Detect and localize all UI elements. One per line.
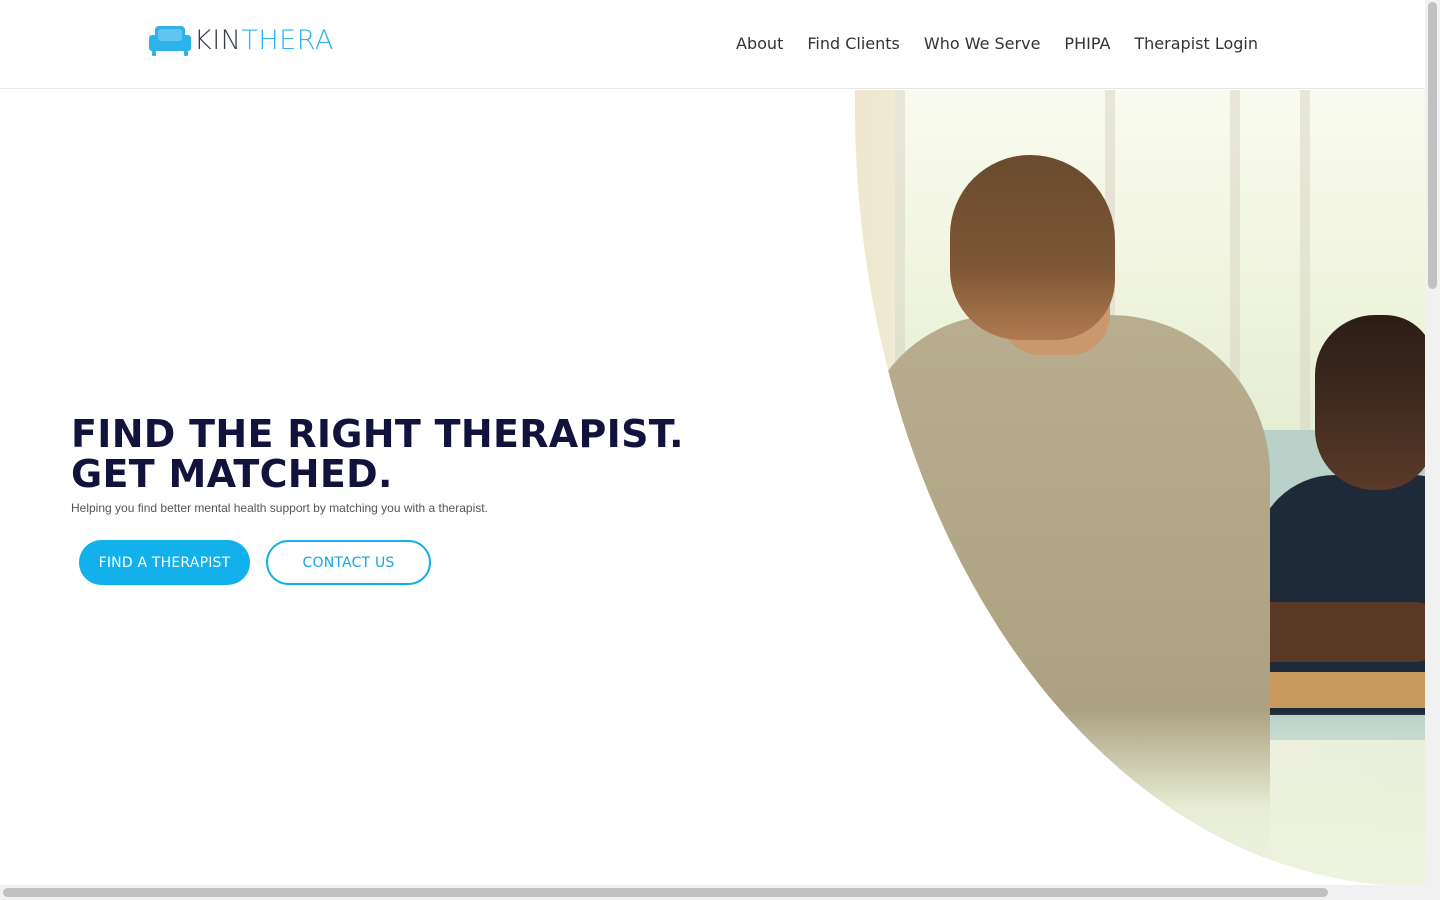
photo-person-right-head xyxy=(1315,315,1425,490)
photo-foreground-blur xyxy=(855,710,1425,886)
hero-subtitle: Helping you find better mental health su… xyxy=(71,501,488,515)
brand-name-part2: THERA xyxy=(241,24,334,56)
find-therapist-button[interactable]: FIND A THERAPIST xyxy=(79,540,250,585)
contact-us-button[interactable]: CONTACT US xyxy=(266,540,431,585)
brand-name: KINTHERA xyxy=(194,27,334,54)
hero-title-line2: GET MATCHED. xyxy=(71,452,393,496)
site-header: KINTHERA About Find Clients Who We Serve… xyxy=(0,0,1425,89)
nav-find-clients[interactable]: Find Clients xyxy=(807,33,900,55)
horizontal-scrollbar-thumb[interactable] xyxy=(3,888,1328,897)
nav-therapist-login[interactable]: Therapist Login xyxy=(1134,33,1258,55)
hero-section: FIND THE RIGHT THERAPIST. GET MATCHED. H… xyxy=(71,414,771,516)
nav-about[interactable]: About xyxy=(736,33,783,55)
nav-phipa[interactable]: PHIPA xyxy=(1064,33,1110,55)
vertical-scrollbar-thumb[interactable] xyxy=(1428,2,1437,289)
couch-icon xyxy=(149,26,191,56)
hero-photo xyxy=(855,90,1425,886)
hero-title: FIND THE RIGHT THERAPIST. GET MATCHED. xyxy=(71,414,771,494)
nav-who-we-serve[interactable]: Who We Serve xyxy=(924,33,1041,55)
photo-person-left-head xyxy=(950,155,1115,340)
main-nav: About Find Clients Who We Serve PHIPA Th… xyxy=(712,33,1258,55)
brand-logo[interactable]: KINTHERA xyxy=(148,22,334,58)
brand-name-part1: KIN xyxy=(194,24,242,56)
hero-title-line1: FIND THE RIGHT THERAPIST. xyxy=(71,412,684,456)
